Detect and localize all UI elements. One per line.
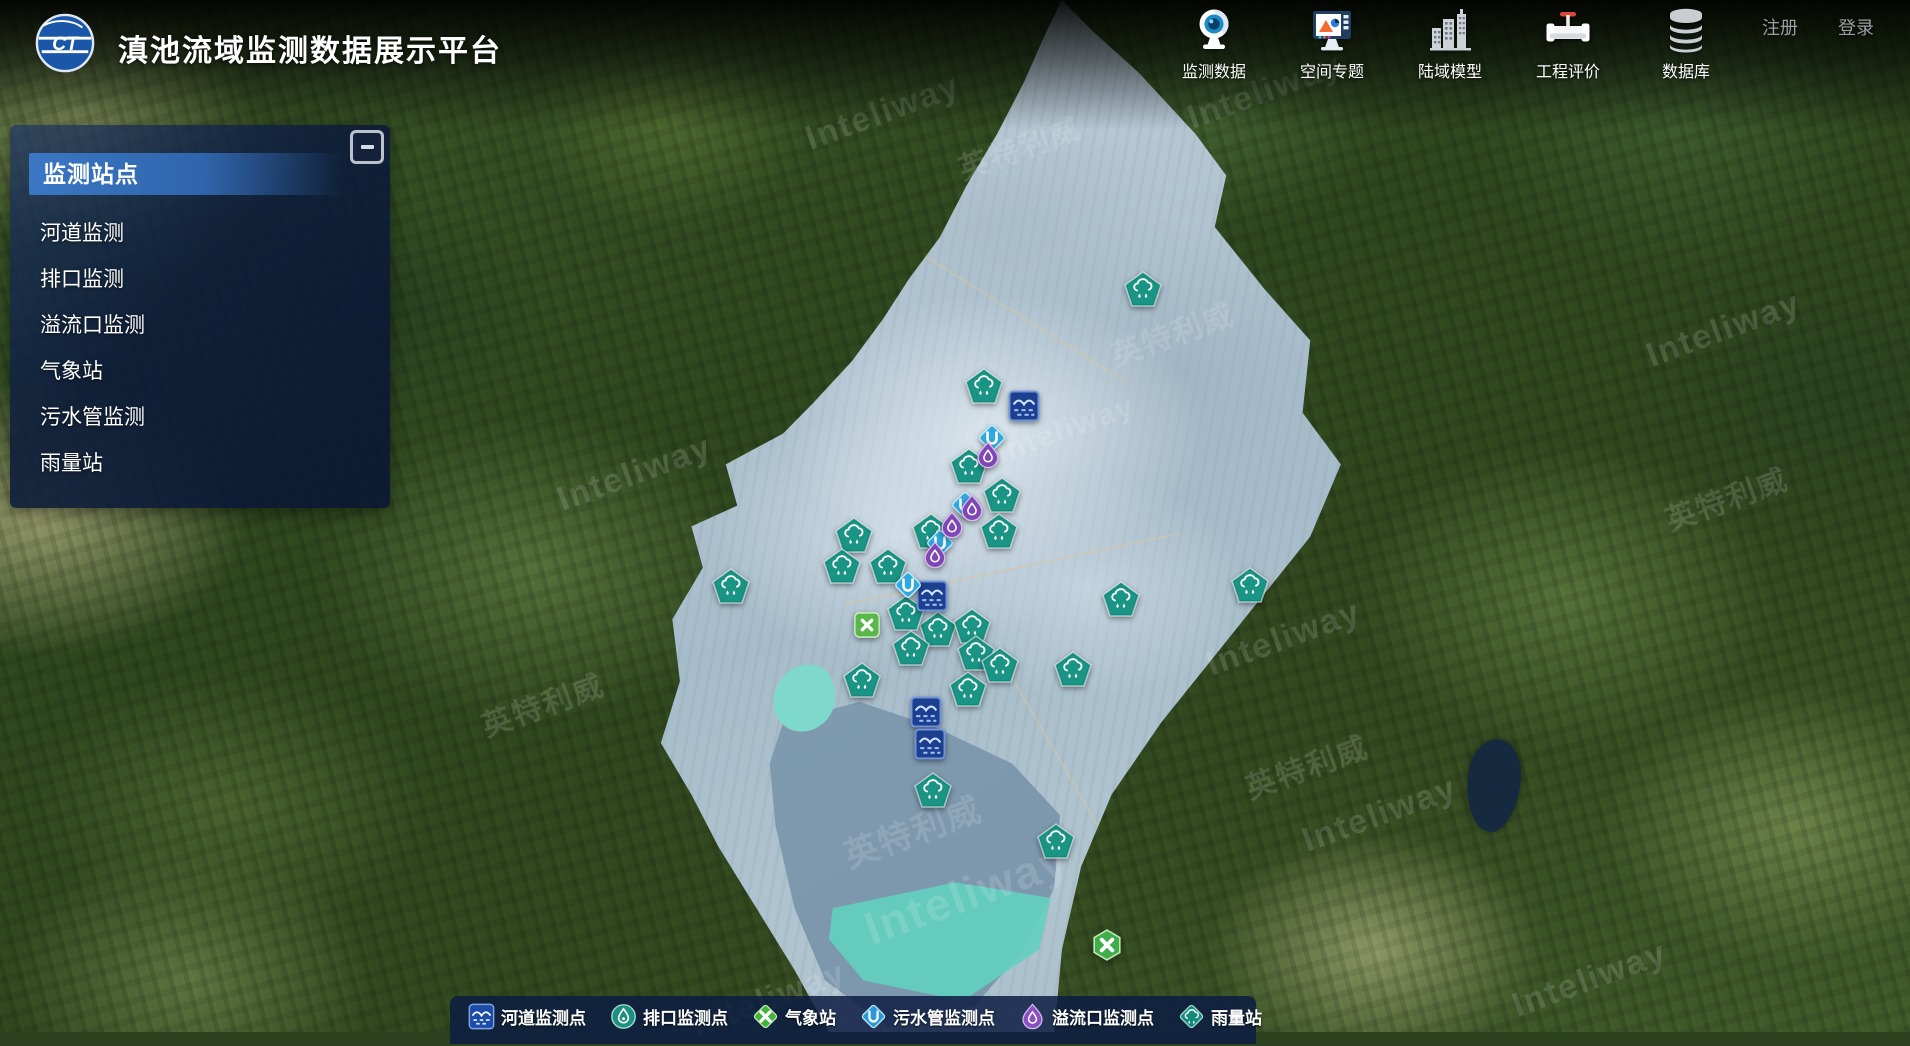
droplet-pin-icon (1019, 1003, 1046, 1030)
rain-cloud-pentagon-icon (965, 368, 1003, 404)
legend-label: 溢流口监测点 (1052, 1004, 1154, 1029)
cross-hexagon-icon (1091, 929, 1123, 961)
page-title: 滇池流域监测数据展示平台 (118, 26, 502, 70)
cross-square-icon (853, 611, 881, 639)
rain-cloud-pentagon-icon (712, 568, 750, 604)
sidebar-item-weather-station[interactable]: 气象站 (40, 349, 370, 395)
river-monitoring-marker[interactable] (911, 697, 942, 728)
city-buildings-icon (1426, 6, 1474, 54)
weather-station-marker[interactable] (853, 611, 881, 639)
sidebar-item-outlet-monitoring[interactable]: 排口监测 (40, 257, 370, 303)
sidebar-item-rain-gauge[interactable]: 雨量站 (40, 441, 370, 487)
bridge-square-icon (1009, 391, 1040, 422)
legend-item-outlet[interactable]: 排口监测点 (610, 1003, 728, 1030)
sidebar-item-overflow-monitoring[interactable]: 溢流口监测 (40, 303, 370, 349)
rain-gauge-marker[interactable] (965, 368, 1003, 404)
company-logo-icon: CT (34, 12, 96, 74)
overflow-monitoring-marker[interactable] (921, 540, 949, 570)
monitor-chart-icon (1308, 6, 1356, 54)
legend-label: 河道监测点 (501, 1004, 586, 1029)
rain-gauge-marker[interactable] (1037, 823, 1075, 859)
weather-station-marker[interactable] (1091, 929, 1123, 961)
overflow-monitoring-marker[interactable] (974, 440, 1002, 470)
cross-diamond-icon (752, 1003, 779, 1030)
nav-label: 陆域模型 (1418, 58, 1482, 82)
nav-label: 空间专题 (1300, 58, 1364, 82)
overflow-monitoring-marker[interactable] (938, 510, 966, 540)
bridge-square-icon (468, 1003, 495, 1030)
minus-icon (361, 145, 374, 149)
rain-cloud-pentagon-icon (1124, 271, 1162, 307)
panel-title: 监测站点 (29, 153, 343, 195)
top-bar: CT 滇池流域监测数据展示平台 监测数据 (0, 0, 1910, 130)
river-monitoring-marker[interactable] (1009, 391, 1040, 422)
bridge-square-icon (915, 729, 946, 760)
nav-item-monitoring-data[interactable]: 监测数据 (1176, 6, 1252, 82)
drop-circle-icon (610, 1003, 637, 1030)
legend-label: 气象站 (785, 1004, 836, 1029)
droplet-pin-icon (938, 510, 966, 540)
pipe-u-diamond-icon (893, 570, 923, 600)
rain-cloud-diamond-icon (1178, 1003, 1205, 1030)
rain-gauge-marker[interactable] (983, 477, 1021, 513)
svg-text:CT: CT (52, 33, 80, 55)
main-nav: 监测数据 空间专题 (1176, 6, 1724, 82)
rain-gauge-marker[interactable] (892, 630, 930, 666)
map-legend-bar: 河道监测点 排口监测点 气象站 污水管监测点 溢流口监测点 (450, 996, 1256, 1044)
legend-item-weather[interactable]: 气象站 (752, 1003, 836, 1030)
rain-cloud-pentagon-icon (983, 477, 1021, 513)
legend-item-sewer[interactable]: 污水管监测点 (860, 1003, 995, 1030)
rain-cloud-pentagon-icon (1037, 823, 1075, 859)
sewer-monitoring-marker[interactable] (893, 570, 923, 600)
rain-gauge-marker[interactable] (949, 671, 987, 707)
monitoring-stations-panel: 监测站点 河道监测 排口监测 溢流口监测 气象站 污水管监测 雨量站 (10, 125, 390, 508)
rain-gauge-marker[interactable] (1231, 567, 1269, 603)
legend-item-rain[interactable]: 雨量站 (1178, 1003, 1262, 1030)
nav-label: 监测数据 (1182, 58, 1246, 82)
rain-cloud-pentagon-icon (1231, 567, 1269, 603)
rain-cloud-pentagon-icon (914, 772, 952, 808)
legend-label: 污水管监测点 (893, 1004, 995, 1029)
rain-cloud-pentagon-icon (823, 548, 861, 584)
nav-label: 数据库 (1662, 58, 1710, 82)
sidebar-item-river-monitoring[interactable]: 河道监测 (40, 211, 370, 257)
collapse-panel-button[interactable] (350, 130, 384, 164)
nav-item-land-model[interactable]: 陆域模型 (1412, 6, 1488, 82)
rain-gauge-marker[interactable] (712, 568, 750, 604)
rain-cloud-pentagon-icon (949, 671, 987, 707)
droplet-pin-icon (974, 440, 1002, 470)
rain-gauge-marker[interactable] (914, 772, 952, 808)
pipe-valve-icon (1544, 6, 1592, 54)
webcam-icon (1190, 6, 1238, 54)
nav-item-project-evaluation[interactable]: 工程评价 (1530, 6, 1606, 82)
rain-cloud-pentagon-icon (1102, 581, 1140, 617)
bridge-square-icon (911, 697, 942, 728)
river-monitoring-marker[interactable] (915, 729, 946, 760)
rain-gauge-marker[interactable] (1102, 581, 1140, 617)
legend-item-river[interactable]: 河道监测点 (468, 1003, 586, 1030)
rain-gauge-marker[interactable] (823, 548, 861, 584)
pipe-u-diamond-icon (860, 1003, 887, 1030)
rain-cloud-pentagon-icon (1054, 651, 1092, 687)
sidebar-item-sewer-monitoring[interactable]: 污水管监测 (40, 395, 370, 441)
legend-label: 雨量站 (1211, 1004, 1262, 1029)
rain-gauge-marker[interactable] (843, 662, 881, 698)
panel-menu: 河道监测 排口监测 溢流口监测 气象站 污水管监测 雨量站 (40, 211, 370, 487)
nav-label: 工程评价 (1536, 58, 1600, 82)
register-link[interactable]: 注册 (1762, 14, 1798, 40)
database-icon (1662, 6, 1710, 54)
legend-label: 排口监测点 (643, 1004, 728, 1029)
nav-item-spatial-topics[interactable]: 空间专题 (1294, 6, 1370, 82)
nav-item-database[interactable]: 数据库 (1648, 6, 1724, 82)
rain-cloud-pentagon-icon (892, 630, 930, 666)
rain-cloud-pentagon-icon (843, 662, 881, 698)
droplet-pin-icon (921, 540, 949, 570)
login-link[interactable]: 登录 (1838, 14, 1874, 40)
rain-gauge-marker[interactable] (1124, 271, 1162, 307)
rain-gauge-marker[interactable] (1054, 651, 1092, 687)
legend-item-overflow[interactable]: 溢流口监测点 (1019, 1003, 1154, 1030)
